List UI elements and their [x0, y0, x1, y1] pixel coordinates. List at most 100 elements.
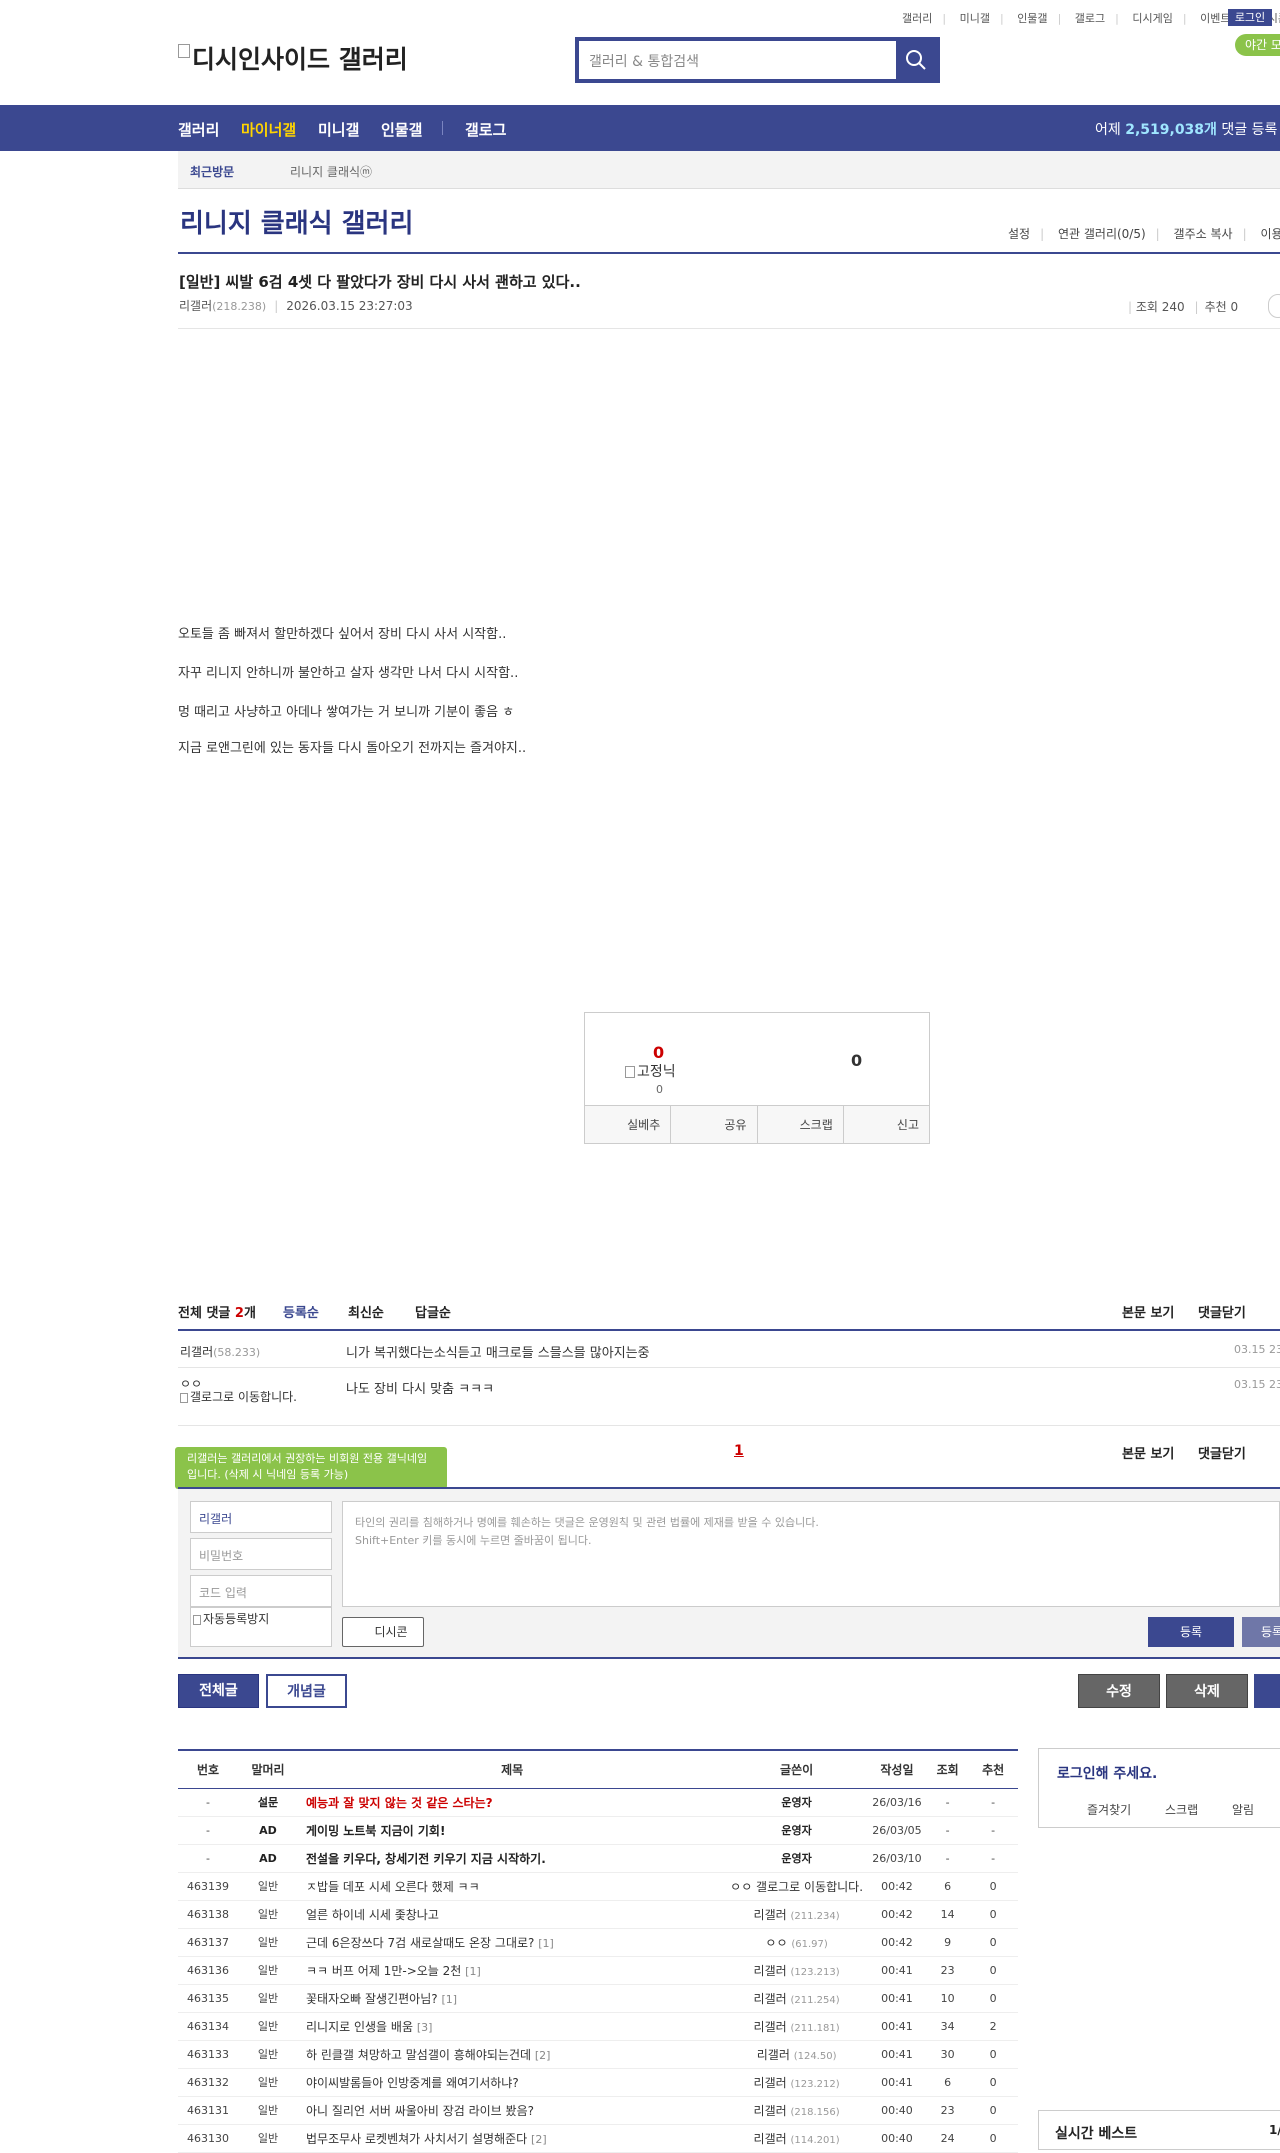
search-input[interactable]: 갤러리 & 통합검색 — [589, 51, 699, 71]
sort-reply[interactable]: 답글순 — [415, 1302, 451, 1321]
table-row[interactable]: 463138 일반 얼른 하이네 시세 좇창나고 리갤러 (211.234) 00:4… — [178, 1900, 1018, 1929]
table-row[interactable]: - AD 전설을 키우다, 창세기전 키우기 지금 시작하기. 운영자 26/03/… — [178, 1844, 1018, 1873]
sort-registered[interactable]: 등록순 — [283, 1302, 319, 1321]
row-subject[interactable]: 꽃태자오빠 잘생긴편아님? [1] — [298, 1984, 727, 2013]
login-prompt[interactable]: 로그인해 주세요. — [1057, 1763, 1157, 1783]
table-row[interactable]: 463131 일반 아니 질리언 서버 싸울아비 장검 라이브 봤음? 리갤러 (2… — [178, 2096, 1018, 2125]
row-subject[interactable]: 얼른 하이네 시세 좇창나고 — [298, 1900, 727, 1929]
table-row[interactable]: 463134 일반 리니지로 인생을 배움 [3] 리갤러 (211.181) 00:4… — [178, 2012, 1018, 2041]
row-writer[interactable]: 리갤러 (218.156) — [726, 2096, 867, 2125]
row-subject[interactable]: ㅈ밥들 데포 시세 오른다 했제 ㅋㅋ — [298, 1872, 727, 1901]
row-subject[interactable]: 근데 6은장쓰다 7검 새로살때도 온장 그대로? [1] — [298, 1928, 727, 1957]
gallery-title[interactable]: 리니지 클래식 갤러리 — [180, 203, 413, 240]
favorites-link[interactable]: 즐겨찾기 — [1087, 1803, 1131, 1817]
table-row[interactable]: 463137 일반 근데 6은장쓰다 7검 새로살때도 온장 그대로? [1] ㅇㅇ … — [178, 1928, 1018, 1957]
login-button[interactable]: 로그인 — [1228, 9, 1272, 26]
row-views: 10 — [926, 1984, 969, 2013]
usage-link[interactable]: 이용 — [1260, 227, 1280, 241]
copy-address-link[interactable]: 갤주소 복사 — [1174, 227, 1233, 241]
row-writer[interactable]: 리갤러 (211.234) — [726, 1900, 867, 1929]
report-button[interactable]: 신고 — [844, 1106, 929, 1143]
row-writer[interactable]: 운영자 — [726, 1816, 867, 1845]
write-post-button[interactable] — [1254, 1674, 1280, 1708]
nav-gallog[interactable]: 갤로그 — [465, 119, 506, 140]
table-row[interactable]: - 설문 예능과 잘 맞지 않는 것 같은 스타는? 운영자 26/03/16- - — [178, 1788, 1018, 1817]
nickname-field[interactable]: 리갤러 — [190, 1501, 332, 1533]
row-writer[interactable]: 리갤러 (123.212) — [726, 2068, 867, 2097]
nav-person-gallery[interactable]: 인물갤 — [381, 119, 422, 140]
view-body-button[interactable]: 본문 보기 — [1122, 1302, 1174, 1321]
register-with-dccon-button[interactable]: 등록 — [1242, 1617, 1280, 1647]
table-row[interactable]: 463135 일반 꽃태자오빠 잘생긴편아님? [1] 리갤러 (211.254) 00… — [178, 1984, 1018, 2013]
edit-button[interactable]: 수정 — [1078, 1674, 1160, 1708]
row-subject[interactable]: 예능과 잘 맞지 않는 것 같은 스타는? — [298, 1788, 727, 1817]
row-writer[interactable]: 운영자 — [726, 1788, 867, 1817]
close-comments-button[interactable]: 댓글닫기 — [1198, 1302, 1246, 1321]
sort-latest[interactable]: 최신순 — [348, 1302, 384, 1321]
row-writer[interactable]: 리갤러 (211.254) — [726, 1984, 867, 2013]
scrap-link[interactable]: 스크랩 — [1165, 1803, 1198, 1817]
row-writer[interactable]: 리갤러 (123.213) — [726, 1956, 867, 1985]
top-link-person[interactable]: 인물갤 — [1017, 12, 1047, 25]
row-subject[interactable]: 게이밍 노트북 지금이 기회! — [298, 1816, 727, 1845]
comment-textarea[interactable]: 타인의 권리를 침해하거나 명예를 훼손하는 댓글은 운영원칙 및 관련 법률에… — [342, 1501, 1280, 1607]
nav-minor-gallery[interactable]: 마이너갤 — [241, 119, 296, 140]
site-logo[interactable]: 디시인사이드 갤러리 — [178, 40, 408, 76]
comment-header: 전체 댓글 2개 등록순 최신순 답글순 본문 보기 댓글닫기 — [178, 1300, 1280, 1330]
table-row[interactable]: 463133 일반 하 린클갤 쳐망하고 말섬갤이 흥해야되는건데 [2] 리갤러 (… — [178, 2040, 1018, 2069]
nav-gallery[interactable]: 갤러리 — [178, 119, 219, 140]
nav-mini-gallery[interactable]: 미니갤 — [318, 119, 359, 140]
table-row[interactable]: - AD 게이밍 노트북 지금이 기회! 운영자 26/03/05- - — [178, 1816, 1018, 1845]
password-field[interactable]: 비밀번호 — [190, 1538, 332, 1570]
row-writer[interactable]: ㅇㅇ (61.97) — [726, 1928, 867, 1957]
concept-posts-button[interactable]: 개념글 — [266, 1674, 347, 1708]
table-row[interactable]: 463139 일반 ㅈ밥들 데포 시세 오른다 했제 ㅋㅋ ㅇㅇ 갤로그로 이동합니… — [178, 1872, 1018, 1901]
row-subject[interactable]: 하 린클갤 쳐망하고 말섬갤이 흥해야되는건데 [2] — [298, 2040, 727, 2069]
top-link-gallog[interactable]: 갤로그 — [1075, 12, 1105, 25]
captcha-code-field[interactable]: 코드 입력 — [190, 1575, 332, 1607]
night-mode-toggle[interactable]: 야간 모 — [1235, 34, 1280, 56]
recent-visit-label: 최근방문 — [190, 165, 235, 179]
fixed-nick-upvote-count: 0 — [656, 1083, 663, 1096]
all-posts-button[interactable]: 전체글 — [178, 1674, 259, 1708]
search-box[interactable]: 갤러리 & 통합검색 — [575, 37, 940, 83]
row-writer[interactable]: 운영자 — [726, 1844, 867, 1873]
more-options-button[interactable] — [1268, 294, 1280, 318]
row-subject[interactable]: 전설을 키우다, 창세기전 키우기 지금 시작하기. — [298, 1844, 727, 1873]
row-writer[interactable]: 리갤러 (124.50) — [726, 2040, 867, 2069]
share-button[interactable]: 공유 — [671, 1106, 758, 1143]
fixed-nick-upvote-button[interactable]: 고정닉 — [625, 1061, 676, 1081]
row-subject[interactable]: ㅋㅋ 버프 어제 1만->오늘 2천 [1] — [298, 1956, 727, 1985]
row-date: 00:42 — [866, 1900, 927, 1929]
row-subject[interactable]: 야이씨발롬들아 인방중계를 왜여기서하냐? — [298, 2068, 727, 2097]
row-subject[interactable]: 리니지로 인생을 배움 [3] — [298, 2012, 727, 2041]
delete-button[interactable]: 삭제 — [1166, 1674, 1248, 1708]
search-button[interactable] — [896, 41, 936, 79]
row-subject[interactable]: 아니 질리언 서버 싸울아비 장검 라이브 봤음? — [298, 2096, 727, 2125]
real-best-button[interactable]: 실베추 — [585, 1106, 672, 1143]
view-body-button-bottom[interactable]: 본문 보기 — [1122, 1443, 1174, 1462]
row-writer[interactable]: ㅇㅇ 갤로그로 이동합니다. — [726, 1872, 867, 1901]
comment-writer[interactable]: 리갤러(58.233) — [180, 1343, 260, 1360]
top-link-gallery[interactable]: 갤러리 — [902, 12, 932, 25]
related-gallery-link[interactable]: 연관 갤러리(0/5) — [1058, 227, 1146, 241]
comment-page-1[interactable]: 1 — [734, 1443, 744, 1459]
register-button[interactable]: 등록 — [1148, 1617, 1234, 1647]
top-link-event[interactable]: 이벤트 — [1200, 12, 1230, 25]
notification-link[interactable]: 알림 — [1232, 1803, 1254, 1817]
comment-writer[interactable]: ㅇㅇ 갤로그로 이동합니다. — [180, 1378, 320, 1404]
row-head: AD — [238, 1816, 298, 1845]
gallery-settings-link[interactable]: 설정 — [1008, 227, 1030, 241]
scrap-button[interactable]: 스크랩 — [758, 1106, 844, 1143]
dccon-button[interactable]: 디시콘 — [342, 1617, 424, 1647]
top-link-mini[interactable]: 미니갤 — [960, 12, 990, 25]
table-row[interactable]: 463132 일반 야이씨발롬들아 인방중계를 왜여기서하냐? 리갤러 (123.2… — [178, 2068, 1018, 2097]
post-writer[interactable]: 리갤러 — [179, 299, 212, 313]
row-writer[interactable]: 리갤러 (211.181) — [726, 2012, 867, 2041]
top-link-game[interactable]: 디시게임 — [1132, 12, 1172, 25]
close-comments-button-bottom[interactable]: 댓글닫기 — [1198, 1443, 1246, 1462]
recent-visit-item[interactable]: 리니지 클래식ⓜ — [290, 163, 372, 180]
comment-text: 니가 복귀했다는소식듣고 매크로들 스믈스믈 많아지는중 — [346, 1346, 650, 1361]
table-header-row: 번호 말머리 제목 글쓴이 작성일 조회 추천 — [178, 1750, 1018, 1789]
table-row[interactable]: 463136 일반 ㅋㅋ 버프 어제 1만->오늘 2천 [1] 리갤러 (123.2… — [178, 1956, 1018, 1985]
